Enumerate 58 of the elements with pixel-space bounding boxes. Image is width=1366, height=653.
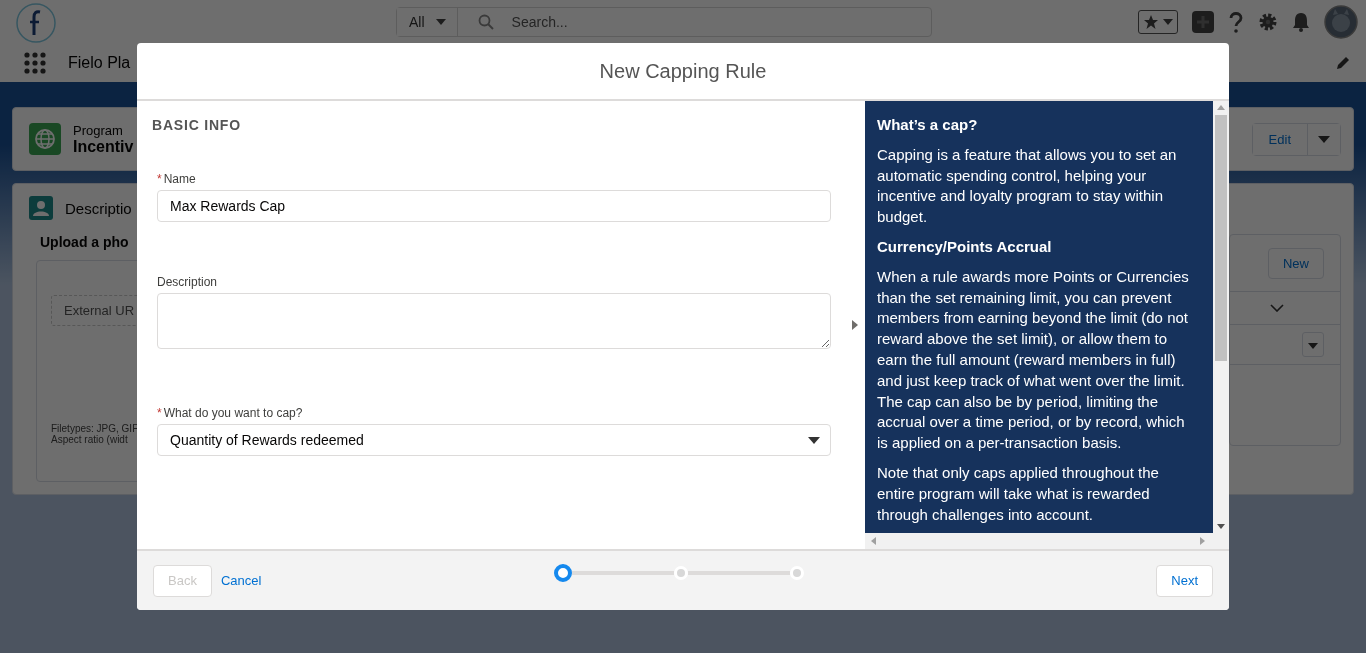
horizontal-scrollbar[interactable]	[865, 533, 1229, 549]
help-heading: Currency/Points Accrual	[877, 237, 1053, 257]
required-mark: *	[157, 172, 162, 186]
star-icon	[1143, 14, 1159, 30]
caret-icon	[1163, 19, 1173, 25]
help-heading: What’s a cap?	[877, 115, 979, 135]
pencil-icon[interactable]	[1336, 56, 1350, 70]
aspect-ratio-note: Aspect ratio (widt	[51, 434, 128, 445]
record-title: Incentiv	[73, 137, 134, 156]
vertical-scrollbar[interactable]	[1213, 101, 1229, 533]
next-button[interactable]: Next	[1156, 564, 1213, 597]
search-scope-dropdown[interactable]: All	[397, 8, 458, 36]
caret-icon	[1318, 135, 1330, 144]
globe-icon	[29, 123, 61, 155]
search-field[interactable]: Search...	[509, 13, 931, 31]
help-icon[interactable]	[1228, 11, 1244, 33]
cancel-link[interactable]: Cancel	[220, 573, 262, 588]
required-mark: *	[157, 406, 162, 420]
scroll-down-arrow-icon[interactable]	[1217, 524, 1225, 529]
name-field[interactable]: Max Rewards Cap	[157, 190, 831, 222]
logo-icon[interactable]	[16, 3, 56, 43]
scroll-left-arrow-icon[interactable]	[871, 537, 876, 545]
app-name: Fielo Pla	[68, 54, 131, 72]
upload-heading: Upload a pho	[40, 234, 130, 250]
row-actions-button[interactable]	[1302, 332, 1324, 357]
scroll-up-arrow-icon[interactable]	[1217, 105, 1225, 110]
modal-title: New Capping Rule	[599, 59, 767, 83]
help-paragraph: Note that only caps applied throughout the entire program will take what is rewarded through challenges into account.	[877, 462, 1160, 525]
description-field[interactable]	[157, 293, 831, 349]
filetypes-note: Filetypes: JPG, GIF	[51, 423, 139, 434]
field-label: Description	[157, 275, 218, 289]
bell-icon[interactable]	[1292, 12, 1310, 32]
section-title: BASIC INFO	[152, 117, 242, 133]
caret-icon	[808, 436, 820, 444]
plus-icon[interactable]	[1192, 11, 1214, 33]
collapse-arrow-icon[interactable]	[852, 320, 858, 330]
person-icon	[29, 196, 53, 220]
edit-button[interactable]: Edit	[1252, 123, 1308, 155]
chevron-icon[interactable]	[1270, 304, 1284, 312]
caret-icon	[434, 18, 447, 26]
caret-icon	[1308, 343, 1318, 349]
cap-type-dropdown[interactable]: Quantity of Rewards redeemed	[157, 424, 831, 456]
help-paragraph: Capping is a feature that allows you to set an automatic spending control, helping your incentive and loyalty program to stay within budget.	[877, 144, 1178, 228]
progress-step[interactable]	[554, 563, 573, 582]
card-title: Descriptio	[65, 199, 132, 217]
help-paragraph: When a rule awards more Points or Currencies than the set remaining limit, you can prevent members from earning beyond the limit (do not reward above the set limit), or allow them to earn the full amount (reward members in full) and just keep track of what went over the limit. The cap can also be by period, limiting the accrual over a time period, or by record, which is applied on a per-transaction basis.	[877, 266, 1190, 454]
field-label: Name	[163, 172, 196, 186]
new-button[interactable]: New	[1268, 247, 1324, 279]
avatar-icon[interactable]	[1324, 5, 1358, 39]
app-launcher-icon[interactable]	[24, 52, 46, 74]
record-type-label: Program	[73, 122, 124, 138]
search-icon	[477, 14, 494, 30]
settings-icon[interactable]	[1258, 12, 1278, 32]
scrollbar-thumb[interactable]	[1215, 115, 1227, 361]
scroll-right-arrow-icon[interactable]	[1200, 537, 1205, 545]
search-bar[interactable]: All Search...	[396, 7, 932, 37]
favorites-button[interactable]	[1138, 10, 1178, 34]
field-label: What do you want to cap?	[163, 406, 303, 420]
